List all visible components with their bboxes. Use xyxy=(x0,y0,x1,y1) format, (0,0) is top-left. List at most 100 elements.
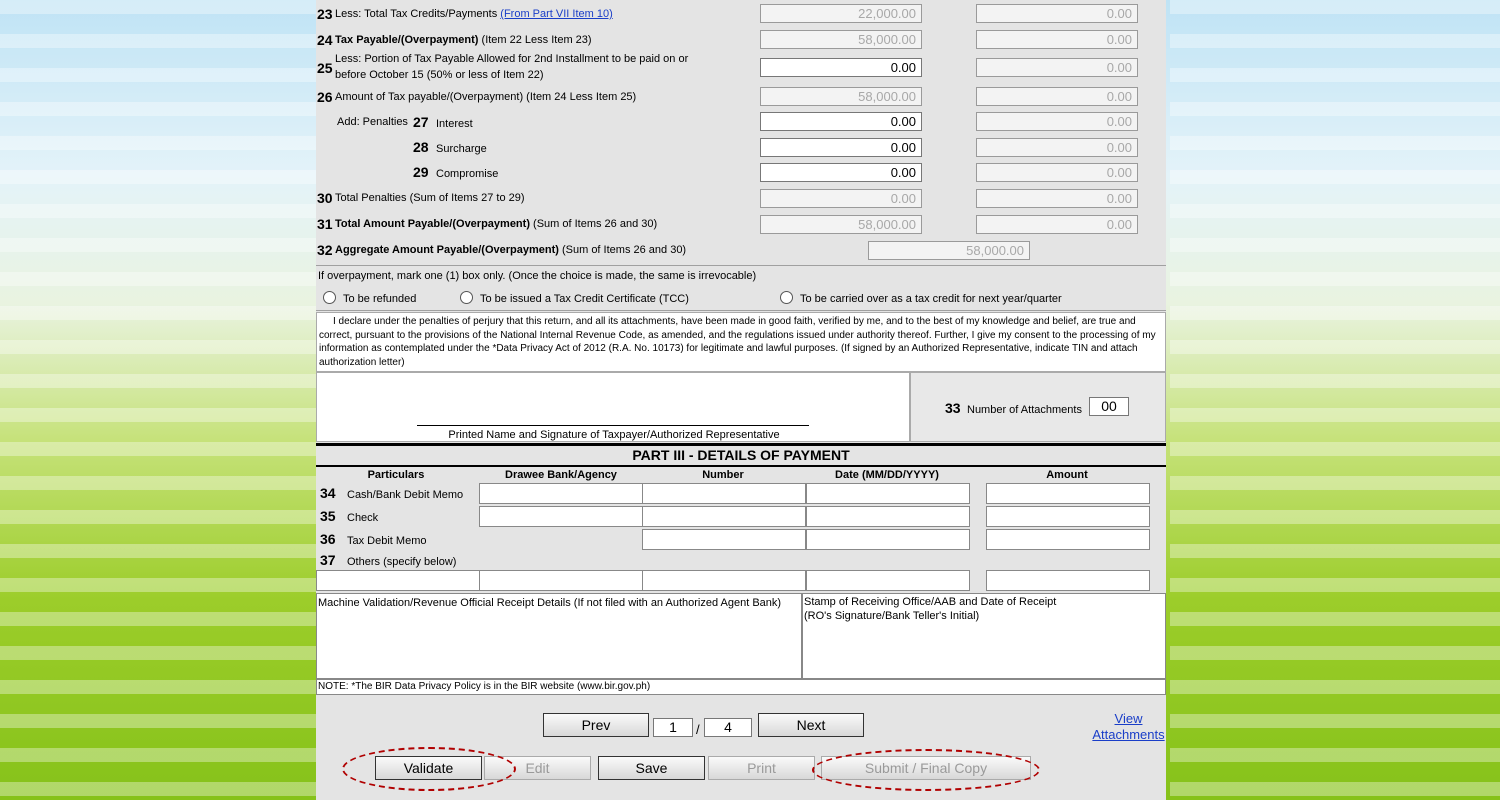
item-26-field-2[interactable]: 0.00 xyxy=(976,87,1138,106)
attachments-label: Number of Attachments xyxy=(967,404,1082,416)
overpayment-note: If overpayment, mark one (1) box only. (… xyxy=(318,270,757,282)
view-attachments-link[interactable]: View Attachments xyxy=(1091,711,1166,743)
row37-specify-field[interactable] xyxy=(316,570,480,591)
item-label-line1: Less: Portion of Tax Payable Allowed for… xyxy=(335,53,689,65)
row37-amount-field[interactable] xyxy=(986,570,1150,591)
declaration-text: I declare under the penalties of perjury… xyxy=(319,316,1156,368)
radio-carry-over-label: To be carried over as a tax credit for n… xyxy=(800,293,1062,305)
item-number: 25 xyxy=(317,60,333,76)
row36-number-field[interactable] xyxy=(642,529,806,550)
row34-amount-field[interactable] xyxy=(986,483,1150,504)
row-30: 30 Total Penalties (Sum of Items 27 to 2… xyxy=(316,189,1166,211)
item-27-field-1[interactable]: 0.00 xyxy=(760,112,922,131)
radio-carry-over[interactable] xyxy=(780,291,793,304)
row34-date-field[interactable] xyxy=(806,483,970,504)
item-number: 27 xyxy=(413,114,429,130)
item-29-field-2[interactable]: 0.00 xyxy=(976,163,1138,182)
row-28: 28 Surcharge 0.00 0.00 xyxy=(316,138,1166,160)
item-label: (Sum of Items 26 and 30) xyxy=(529,218,658,230)
item-label-bold: Tax Payable/(Overpayment) xyxy=(335,34,479,46)
item-30-field-2[interactable]: 0.00 xyxy=(976,189,1138,208)
item-23-field-1[interactable]: 22,000.00 xyxy=(760,4,922,23)
background-left xyxy=(0,0,330,800)
item-26-field-1[interactable]: 58,000.00 xyxy=(760,87,922,106)
part7-link[interactable]: (From Part VII Item 10) xyxy=(500,8,612,20)
item-28-field-2[interactable]: 0.00 xyxy=(976,138,1138,157)
item-label: Compromise xyxy=(436,168,499,180)
item-label: (Item 22 Less Item 23) xyxy=(478,34,592,46)
item-number: 23 xyxy=(317,6,333,22)
tax-form: 23 Less: Total Tax Credits/Payments (Fro… xyxy=(316,0,1166,800)
row-24: 24 Tax Payable/(Overpayment) (Item 22 Le… xyxy=(316,30,1166,52)
row35-amount-field[interactable] xyxy=(986,506,1150,527)
print-button[interactable]: Print xyxy=(708,756,815,780)
item-label-line2: before October 15 (50% or less of Item 2… xyxy=(335,69,544,81)
part3-top-border xyxy=(316,443,1166,446)
item-label: (Sum of Items 26 and 30) xyxy=(558,244,687,256)
row-31: 31 Total Amount Payable/(Overpayment) (S… xyxy=(316,215,1166,237)
header-particulars: Particulars xyxy=(367,469,425,481)
payment-label: Others (specify below) xyxy=(347,556,457,568)
item-number: 34 xyxy=(320,485,336,501)
prev-button[interactable]: Prev xyxy=(543,713,649,737)
signature-area[interactable]: Printed Name and Signature of Taxpayer/A… xyxy=(316,372,910,442)
item-number: 36 xyxy=(320,531,336,547)
radio-refund[interactable] xyxy=(323,291,336,304)
divider xyxy=(316,265,1166,266)
item-label: Total Penalties (Sum of Items 27 to 29) xyxy=(335,192,525,204)
item-28-field-1[interactable]: 0.00 xyxy=(760,138,922,157)
row-26: 26 Amount of Tax payable/(Overpayment) (… xyxy=(316,87,1166,109)
row34-number-field[interactable] xyxy=(642,483,806,504)
row37-date-field[interactable] xyxy=(806,570,970,591)
item-25-field-2[interactable]: 0.00 xyxy=(976,58,1138,77)
page-total-field: 4 xyxy=(704,718,752,737)
row36-amount-field[interactable] xyxy=(986,529,1150,550)
row-29: 29 Compromise 0.00 0.00 xyxy=(316,163,1166,185)
radio-tcc[interactable] xyxy=(460,291,473,304)
header-date: Date (MM/DD/YYYY) xyxy=(835,469,939,481)
item-24-field-1[interactable]: 58,000.00 xyxy=(760,30,922,49)
row-27: Add: Penalties 27 Interest 0.00 0.00 xyxy=(316,112,1166,134)
item-label: Interest xyxy=(436,118,473,130)
page-number-field[interactable]: 1 xyxy=(653,718,693,737)
row-32: 32 Aggregate Amount Payable/(Overpayment… xyxy=(316,241,1166,263)
payment-label: Tax Debit Memo xyxy=(347,535,427,547)
payment-label: Cash/Bank Debit Memo xyxy=(347,489,464,501)
item-25-field-1[interactable]: 0.00 xyxy=(760,58,922,77)
item-29-field-1[interactable]: 0.00 xyxy=(760,163,922,182)
row36-date-field[interactable] xyxy=(806,529,970,550)
item-number: 26 xyxy=(317,89,333,105)
background-right xyxy=(1170,0,1500,800)
attachments-count-field[interactable]: 00 xyxy=(1089,397,1129,416)
radio-tcc-label: To be issued a Tax Credit Certificate (T… xyxy=(480,293,689,305)
stamp-box: Stamp of Receiving Office/AAB and Date o… xyxy=(802,593,1166,679)
item-31-field-1[interactable]: 58,000.00 xyxy=(760,215,922,234)
row35-date-field[interactable] xyxy=(806,506,970,527)
row35-number-field[interactable] xyxy=(642,506,806,527)
privacy-note: NOTE: *The BIR Data Privacy Policy is in… xyxy=(316,679,1166,695)
item-24-field-2[interactable]: 0.00 xyxy=(976,30,1138,49)
item-number: 33 xyxy=(945,400,961,416)
item-30-field-1[interactable]: 0.00 xyxy=(760,189,922,208)
item-number: 24 xyxy=(317,32,333,48)
item-label-bold: Total Amount Payable/(Overpayment) xyxy=(335,218,530,230)
part3-title: PART III - DETAILS OF PAYMENT xyxy=(632,447,850,463)
header-amount: Amount xyxy=(1046,469,1088,481)
row37-bank-field[interactable] xyxy=(479,570,643,591)
declaration-box: I declare under the penalties of perjury… xyxy=(316,312,1166,372)
signature-line xyxy=(417,425,809,426)
item-label: Surcharge xyxy=(436,143,487,155)
save-button[interactable]: Save xyxy=(598,756,705,780)
next-button[interactable]: Next xyxy=(758,713,864,737)
item-23-field-2[interactable]: 0.00 xyxy=(976,4,1138,23)
validation-box: Machine Validation/Revenue Official Rece… xyxy=(316,593,802,679)
item-32-field[interactable]: 58,000.00 xyxy=(868,241,1030,260)
penalties-prefix: Add: Penalties xyxy=(337,116,408,128)
item-number: 31 xyxy=(317,216,333,232)
row-23: 23 Less: Total Tax Credits/Payments (Fro… xyxy=(316,4,1166,26)
row34-bank-field[interactable] xyxy=(479,483,643,504)
row35-bank-field[interactable] xyxy=(479,506,643,527)
item-31-field-2[interactable]: 0.00 xyxy=(976,215,1138,234)
row37-number-field[interactable] xyxy=(642,570,806,591)
item-27-field-2[interactable]: 0.00 xyxy=(976,112,1138,131)
